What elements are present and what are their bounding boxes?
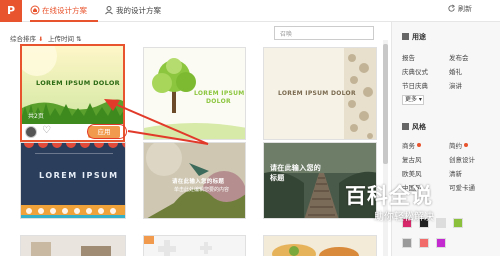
template-thumbnail-7 bbox=[21, 236, 125, 256]
top-bar: P 在线设计方案 我的设计方案 刷新 bbox=[0, 0, 500, 22]
search-placeholder: 召唤 bbox=[280, 31, 293, 38]
sort-label: 综合排序 bbox=[10, 35, 36, 43]
apply-highlight-ring bbox=[87, 124, 127, 139]
template-thumbnail-8 bbox=[144, 236, 245, 256]
template-card-2[interactable]: LOREM IPSUM DOLOR bbox=[143, 47, 246, 140]
tab-online-designs-label: 在线设计方案 bbox=[42, 6, 87, 15]
section-style-title: 风格 bbox=[402, 122, 426, 132]
user-icon bbox=[105, 6, 113, 15]
template-card-8[interactable] bbox=[143, 235, 246, 256]
template-card-7[interactable] bbox=[20, 235, 126, 256]
chevron-down-icon: ▾ bbox=[417, 96, 422, 103]
card-6-title: 请在此输入您的 bbox=[270, 164, 322, 172]
style-item-retro[interactable]: 复古风 bbox=[402, 154, 422, 164]
template-card-9[interactable] bbox=[263, 235, 377, 256]
new-dot-icon bbox=[417, 143, 421, 147]
card-2-title: LOREM IPSUM bbox=[194, 90, 245, 97]
color-swatch-red[interactable] bbox=[419, 238, 429, 248]
sort-comprehensive[interactable]: 综合排序 ⬇ bbox=[10, 33, 43, 43]
card-1-title: LOREM IPSUM DOLOR bbox=[36, 79, 120, 87]
color-swatch-white[interactable] bbox=[436, 218, 446, 228]
template-thumbnail-9 bbox=[264, 236, 376, 256]
scrollbar-thumb[interactable] bbox=[383, 44, 388, 164]
heart-icon[interactable]: ♡ bbox=[42, 125, 51, 136]
section-style-label: 风格 bbox=[412, 123, 426, 131]
app-logo: P bbox=[0, 0, 22, 22]
new-dot-icon bbox=[464, 143, 468, 147]
template-thumbnail-4 bbox=[21, 143, 125, 218]
watermark-title: 百科全说 bbox=[345, 184, 433, 208]
tag-icon bbox=[402, 33, 409, 40]
more-label: 更多 bbox=[405, 96, 418, 103]
refresh-icon bbox=[448, 4, 455, 12]
use-item-report[interactable]: 报告 bbox=[402, 52, 415, 62]
tab-my-designs[interactable]: 我的设计方案 bbox=[102, 2, 172, 20]
watermark-subtitle: 助你轻松解决 bbox=[374, 212, 434, 223]
section-use-title: 用途 bbox=[402, 32, 426, 42]
card-5-subtitle: 单击此处编辑您要的内容 bbox=[174, 187, 230, 193]
style-item-simple-label: 简约 bbox=[449, 142, 462, 150]
style-item-western[interactable]: 欧美风 bbox=[402, 168, 422, 178]
section-use-label: 用途 bbox=[412, 33, 426, 41]
template-card-5[interactable]: 请在此输入您的标题 单击此处编辑您要的内容 bbox=[143, 142, 246, 219]
style-item-cartoon[interactable]: 可爱卡通 bbox=[449, 182, 475, 192]
search-input[interactable]: 召唤 bbox=[274, 26, 374, 40]
more-dropdown[interactable]: 更多 ▾ bbox=[402, 95, 424, 105]
palette-icon bbox=[402, 123, 409, 130]
use-item-wedding[interactable]: 婚礼 bbox=[449, 66, 462, 76]
use-item-festival[interactable]: 节日庆典 bbox=[402, 80, 428, 90]
sort-toggle-icon: ⇅ bbox=[76, 35, 82, 43]
style-item-simple[interactable]: 简约 bbox=[449, 140, 468, 150]
card-3-title: LOREM IPSUM DOLOR bbox=[278, 90, 356, 97]
home-icon bbox=[30, 5, 40, 15]
style-item-business[interactable]: 商务 bbox=[402, 140, 421, 150]
color-swatch-purple[interactable] bbox=[436, 238, 446, 248]
template-card-3[interactable]: LOREM IPSUM DOLOR bbox=[263, 47, 377, 140]
card-2-subtitle: DOLOR bbox=[206, 98, 231, 105]
refresh-label: 刷新 bbox=[458, 5, 472, 13]
style-item-creative[interactable]: 创意设计 bbox=[449, 154, 475, 164]
avatar bbox=[25, 126, 37, 138]
tab-my-designs-label: 我的设计方案 bbox=[116, 6, 161, 15]
refresh-button[interactable]: 刷新 bbox=[448, 4, 472, 14]
template-card-4[interactable]: LOREM IPSUM bbox=[20, 142, 126, 219]
sort-upload-time[interactable]: 上传时间 ⇅ bbox=[48, 33, 82, 43]
use-item-ceremony[interactable]: 庆典仪式 bbox=[402, 66, 428, 76]
card-4-title: LOREM IPSUM bbox=[39, 171, 119, 180]
style-item-fresh[interactable]: 清新 bbox=[449, 168, 462, 178]
tab-online-designs[interactable]: 在线设计方案 bbox=[28, 2, 98, 22]
time-label: 上传时间 bbox=[48, 35, 74, 43]
card-5-title: 请在此输入您的标题 bbox=[172, 179, 225, 185]
use-item-launch[interactable]: 发布会 bbox=[449, 52, 469, 62]
color-swatch-green[interactable] bbox=[453, 218, 463, 228]
use-item-speech[interactable]: 演讲 bbox=[449, 80, 462, 90]
style-item-business-label: 商务 bbox=[402, 142, 415, 150]
color-swatch-gray[interactable] bbox=[402, 238, 412, 248]
page-count-badge: 共2页 bbox=[28, 113, 44, 120]
card-6-subtitle: 标题 bbox=[270, 174, 285, 182]
sort-down-icon: ⬇ bbox=[38, 36, 44, 43]
